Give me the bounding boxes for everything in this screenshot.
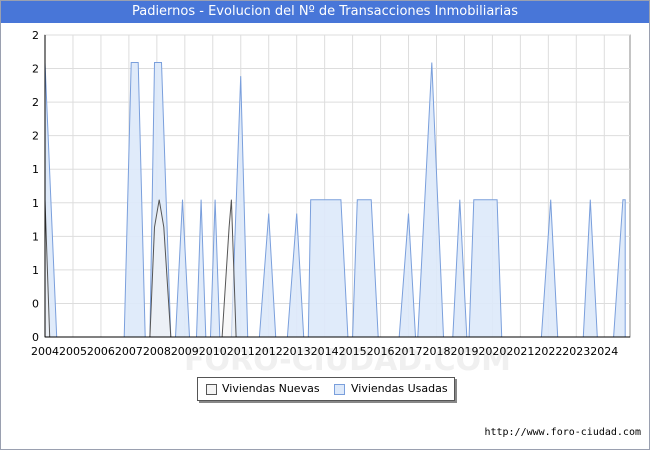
legend-label-nuevas: Viviendas Nuevas	[222, 382, 320, 395]
x-tick-label: 2024	[590, 345, 618, 358]
x-tick-label: 2018	[422, 345, 450, 358]
y-tick-label: 0	[32, 331, 39, 344]
y-tick-label: 1	[32, 197, 39, 210]
y-tick-label: 1	[32, 230, 39, 243]
x-tick-label: 2016	[367, 345, 395, 358]
x-tick-label: 2008	[143, 345, 171, 358]
x-tick-label: 2010	[199, 345, 227, 358]
x-tick-label: 2022	[534, 345, 562, 358]
legend-label-usadas: Viviendas Usadas	[351, 382, 448, 395]
y-tick-label: 0	[32, 297, 39, 310]
legend-swatch-usadas	[334, 384, 345, 395]
y-tick-label: 2	[32, 96, 39, 109]
x-tick-label: 2012	[255, 345, 283, 358]
x-tick-label: 2019	[450, 345, 478, 358]
x-tick-label: 2004	[31, 345, 59, 358]
x-tick-label: 2017	[395, 345, 423, 358]
x-tick-label: 2015	[339, 345, 367, 358]
legend: Viviendas Nuevas Viviendas Usadas	[197, 377, 455, 401]
x-tick-label: 2014	[311, 345, 339, 358]
x-tick-label: 2023	[562, 345, 590, 358]
y-tick-label: 2	[32, 63, 39, 76]
x-tick-label: 2013	[283, 345, 311, 358]
x-tick-label: 2011	[227, 345, 255, 358]
x-tick-label: 2007	[115, 345, 143, 358]
y-tick-label: 1	[32, 264, 39, 277]
x-tick-label: 2005	[59, 345, 87, 358]
x-tick-label: 2021	[506, 345, 534, 358]
legend-swatch-nuevas	[206, 384, 217, 395]
y-tick-label: 1	[32, 163, 39, 176]
x-tick-label: 2020	[478, 345, 506, 358]
y-tick-label: 2	[32, 130, 39, 143]
x-tick-label: 2009	[171, 345, 199, 358]
y-tick-label: 2	[32, 29, 39, 42]
footer-url[interactable]: http://www.foro-ciudad.com	[484, 427, 641, 438]
x-tick-label: 2006	[87, 345, 115, 358]
